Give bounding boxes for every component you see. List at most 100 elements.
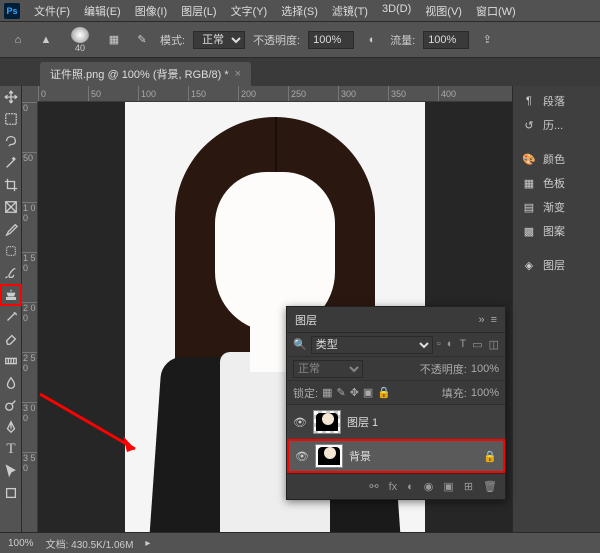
- clone-stamp-tool[interactable]: [0, 284, 22, 306]
- document-tab[interactable]: 证件照.png @ 100% (背景, RGB/8) * ×: [40, 62, 251, 86]
- layer-row-1[interactable]: 👁 图层 1: [287, 405, 505, 439]
- flow-value[interactable]: 100%: [423, 31, 469, 49]
- history-brush-tool[interactable]: [0, 306, 22, 328]
- visibility-icon[interactable]: 👁: [293, 416, 307, 429]
- mode-label: 模式:: [160, 32, 185, 48]
- menu-3d[interactable]: 3D(D): [376, 1, 417, 21]
- panel-history[interactable]: ↺历...: [517, 114, 596, 136]
- link-layers-icon[interactable]: ⚯: [369, 480, 378, 493]
- right-panel-tray: ¶段落 ↺历... 🎨颜色 ▦色板 ▤渐变 ▩图案 ◈图层: [512, 86, 600, 532]
- layer-row-background[interactable]: 👁 背景 🔒: [287, 439, 505, 473]
- visibility-icon[interactable]: 👁: [295, 450, 309, 463]
- lock-paint-icon[interactable]: ✎: [336, 386, 345, 399]
- layers-panel: 图层 » ≡ 🔍 类型 ▫ ◐ T ▭ ◫ 正常 不透明度: 100% 锁定: ▦…: [286, 306, 506, 500]
- lock-artboard-icon[interactable]: ▣: [363, 386, 373, 399]
- brush-panel-icon[interactable]: ▦: [104, 30, 124, 50]
- ruler-horizontal[interactable]: 050100150200250300350400: [38, 86, 512, 102]
- new-layer-icon[interactable]: ⊞: [464, 480, 473, 493]
- ruler-vertical[interactable]: 0501 0 01 5 02 0 02 5 03 0 03 5 0: [22, 102, 38, 532]
- opacity-value[interactable]: 100%: [308, 31, 354, 49]
- eraser-tool[interactable]: [0, 328, 22, 350]
- menu-view[interactable]: 视图(V): [419, 1, 468, 21]
- paragraph-icon: ¶: [521, 95, 537, 107]
- panel-gradients[interactable]: ▤渐变: [517, 196, 596, 218]
- lock-position-icon[interactable]: ✥: [350, 386, 359, 399]
- layer-opacity-value[interactable]: 100%: [471, 363, 499, 375]
- fill-value[interactable]: 100%: [471, 387, 499, 399]
- panel-patterns[interactable]: ▩图案: [517, 220, 596, 242]
- stamp-preset-icon[interactable]: ▲: [36, 30, 56, 50]
- menu-select[interactable]: 选择(S): [275, 1, 324, 21]
- history-icon: ↺: [521, 119, 537, 132]
- toolbox: T: [0, 86, 22, 532]
- filter-pixel-icon[interactable]: ▫: [437, 338, 441, 351]
- marquee-tool[interactable]: [0, 108, 22, 130]
- wand-tool[interactable]: [0, 152, 22, 174]
- menu-type[interactable]: 文字(Y): [225, 1, 274, 21]
- shape-tool[interactable]: [0, 482, 22, 504]
- blend-mode-select[interactable]: 正常: [293, 360, 363, 378]
- layer-thumbnail[interactable]: [315, 444, 343, 468]
- brush-preset[interactable]: 40: [64, 27, 96, 53]
- layer-opacity-label: 不透明度:: [420, 361, 467, 377]
- heal-tool[interactable]: [0, 240, 22, 262]
- layers-icon: ◈: [521, 259, 537, 272]
- menu-layer[interactable]: 图层(L): [175, 1, 222, 21]
- search-icon[interactable]: 🔍: [293, 338, 307, 351]
- fx-icon[interactable]: fx: [389, 481, 398, 493]
- gradient-tool[interactable]: [0, 350, 22, 372]
- lock-transparent-icon[interactable]: ▦: [322, 386, 332, 399]
- path-select-tool[interactable]: [0, 460, 22, 482]
- brush-tool[interactable]: [0, 262, 22, 284]
- mask-icon[interactable]: ◐: [407, 481, 414, 493]
- frame-tool[interactable]: [0, 196, 22, 218]
- dodge-tool[interactable]: [0, 394, 22, 416]
- blur-tool[interactable]: [0, 372, 22, 394]
- panel-color[interactable]: 🎨颜色: [517, 148, 596, 170]
- panel-expand-icon[interactable]: »: [478, 314, 484, 326]
- delete-icon[interactable]: 🗑: [483, 480, 497, 493]
- pressure-opacity-icon[interactable]: ◐: [362, 30, 382, 50]
- menu-file[interactable]: 文件(F): [28, 1, 76, 21]
- zoom-level[interactable]: 100%: [8, 538, 34, 549]
- pen-tool[interactable]: [0, 416, 22, 438]
- menu-edit[interactable]: 编辑(E): [78, 1, 127, 21]
- menu-image[interactable]: 图像(I): [129, 1, 173, 21]
- menu-window[interactable]: 窗口(W): [470, 1, 522, 21]
- eyedropper-tool[interactable]: [0, 218, 22, 240]
- group-icon[interactable]: ▣: [443, 480, 453, 493]
- pressure-icon[interactable]: ✎: [132, 30, 152, 50]
- panel-paragraph[interactable]: ¶段落: [517, 90, 596, 112]
- app-logo: Ps: [4, 3, 20, 19]
- lock-icon[interactable]: 🔒: [483, 450, 497, 463]
- layer-name[interactable]: 图层 1: [347, 414, 378, 430]
- share-icon[interactable]: ⇪: [477, 30, 497, 50]
- mode-select[interactable]: 正常: [193, 31, 245, 49]
- filter-type-icon[interactable]: T: [459, 338, 466, 351]
- lock-all-icon[interactable]: 🔒: [377, 386, 391, 399]
- layer-thumbnail[interactable]: [313, 410, 341, 434]
- layer-filter-select[interactable]: 类型: [311, 336, 433, 354]
- menu-filter[interactable]: 滤镜(T): [326, 1, 374, 21]
- type-tool[interactable]: T: [0, 438, 22, 460]
- panel-menu-icon[interactable]: ≡: [491, 314, 497, 326]
- layers-panel-title: 图层: [295, 312, 317, 328]
- filter-smart-icon[interactable]: ◫: [489, 338, 499, 351]
- move-tool[interactable]: [0, 86, 22, 108]
- panel-swatches[interactable]: ▦色板: [517, 172, 596, 194]
- lock-label: 锁定:: [293, 385, 318, 401]
- close-tab-icon[interactable]: ×: [235, 68, 241, 80]
- gradient-icon: ▤: [521, 201, 537, 214]
- main-menu: 文件(F) 编辑(E) 图像(I) 图层(L) 文字(Y) 选择(S) 滤镜(T…: [28, 1, 522, 21]
- adjustment-icon[interactable]: ◉: [424, 480, 434, 493]
- panel-layers[interactable]: ◈图层: [517, 254, 596, 276]
- layer-name[interactable]: 背景: [349, 448, 371, 464]
- home-icon[interactable]: ⌂: [8, 30, 28, 50]
- crop-tool[interactable]: [0, 174, 22, 196]
- status-more-icon[interactable]: ▸: [145, 538, 150, 549]
- palette-icon: 🎨: [521, 153, 537, 166]
- filter-shape-icon[interactable]: ▭: [472, 338, 482, 351]
- status-bar: 100% 文档: 430.5K/1.06M ▸: [0, 532, 600, 553]
- lasso-tool[interactable]: [0, 130, 22, 152]
- filter-adjust-icon[interactable]: ◐: [447, 338, 454, 351]
